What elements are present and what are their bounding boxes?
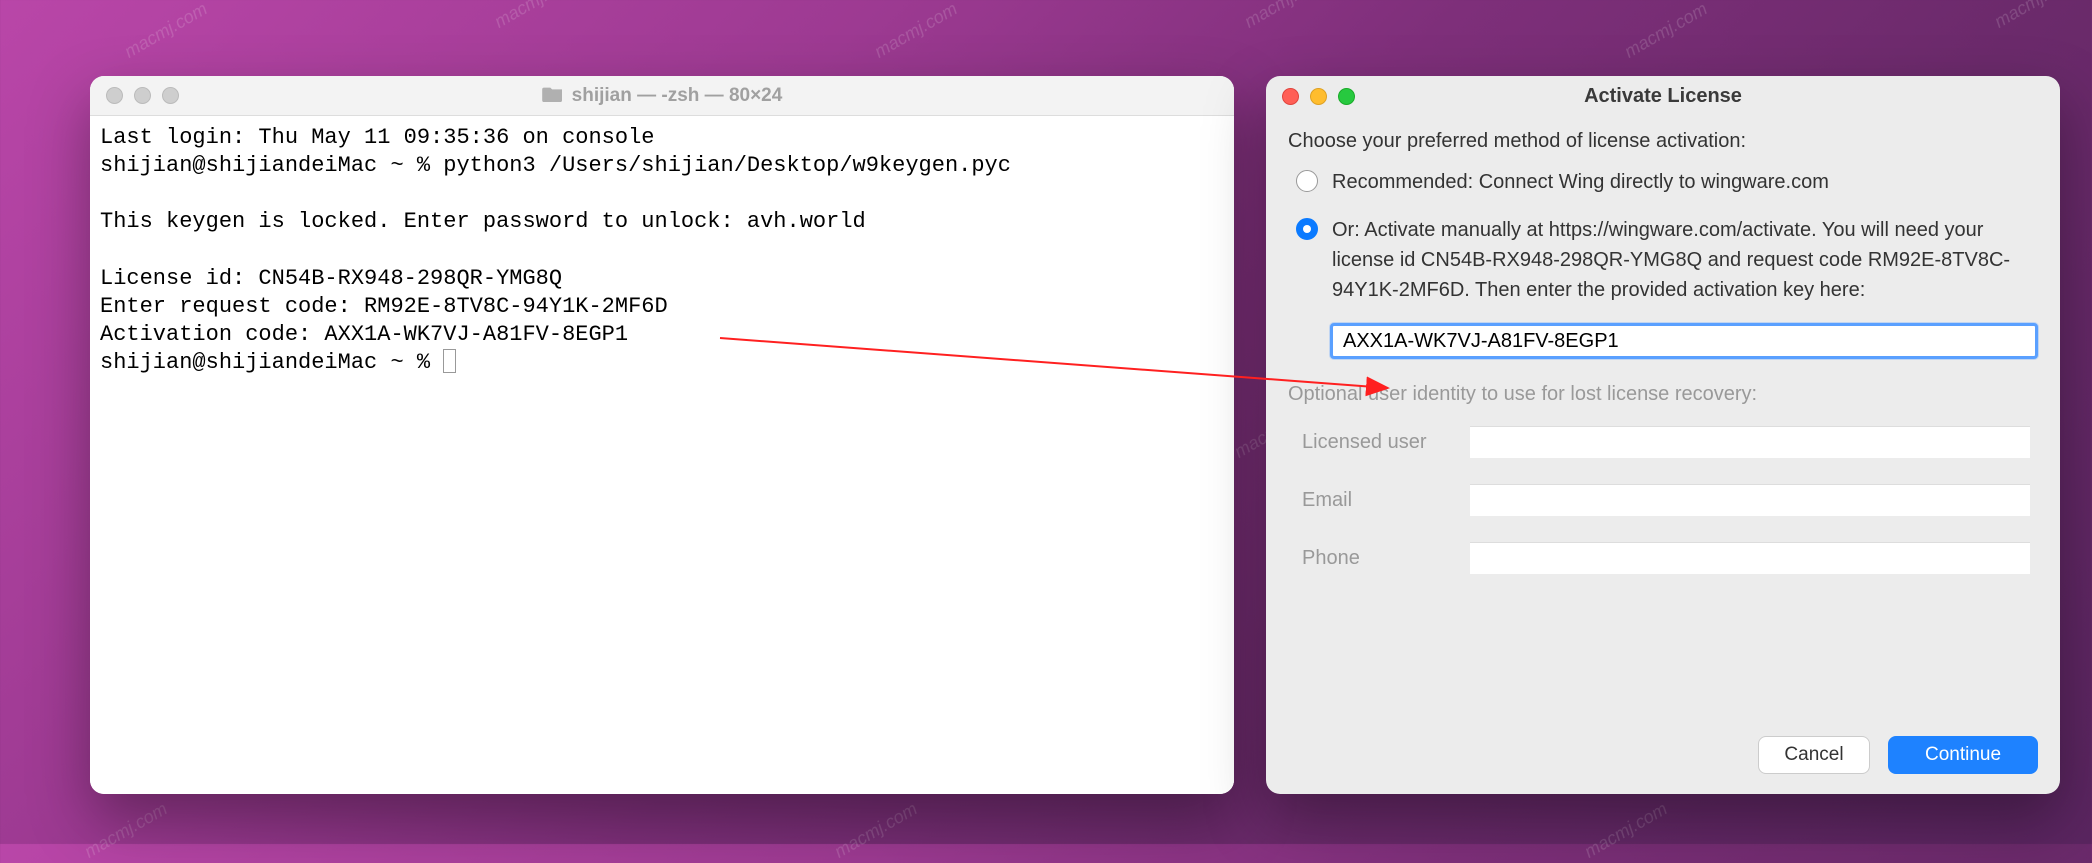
watermark: macmj.com: [121, 0, 211, 63]
watermark: macmj.com: [491, 0, 581, 33]
terminal-title: shijian — -zsh — 80×24: [542, 84, 783, 108]
licensed-user-input[interactable]: [1470, 426, 2030, 458]
terminal-cursor: [443, 349, 456, 373]
close-button[interactable]: [106, 87, 123, 104]
optional-identity-text: Optional user identity to use for lost l…: [1288, 383, 2038, 406]
dialog-traffic-lights: [1282, 88, 1355, 105]
maximize-button[interactable]: [162, 87, 179, 104]
activate-license-dialog: Activate License Choose your preferred m…: [1266, 76, 2060, 794]
dialog-title: Activate License: [1584, 85, 1742, 108]
terminal-line: Last login: Thu May 11 09:35:36 on conso…: [100, 125, 655, 150]
minimize-button[interactable]: [1310, 88, 1327, 105]
terminal-traffic-lights: [106, 87, 179, 104]
terminal-window: shijian — -zsh — 80×24 Last login: Thu M…: [90, 76, 1234, 794]
watermark: macmj.com: [81, 798, 171, 862]
terminal-line: shijian@shijiandeiMac ~ %: [100, 350, 443, 375]
close-button[interactable]: [1282, 88, 1299, 105]
activation-key-input[interactable]: [1330, 323, 2038, 359]
watermark: macmj.com: [1581, 798, 1671, 862]
watermark: macmj.com: [1621, 0, 1711, 63]
radio-icon[interactable]: [1296, 170, 1318, 192]
watermark: macmj.com: [871, 0, 961, 63]
licensed-user-label: Licensed user: [1302, 431, 1470, 454]
phone-label: Phone: [1302, 547, 1470, 570]
terminal-title-text: shijian — -zsh — 80×24: [572, 85, 783, 107]
dialog-titlebar: Activate License: [1266, 76, 2060, 116]
email-input[interactable]: [1470, 484, 2030, 516]
maximize-button[interactable]: [1338, 88, 1355, 105]
radio-icon[interactable]: [1296, 218, 1318, 240]
folder-icon: [542, 84, 564, 108]
terminal-line: Activation code: AXX1A-WK7VJ-A81FV-8EGP1: [100, 322, 628, 347]
terminal-line: shijian@shijiandeiMac ~ % python3 /Users…: [100, 153, 1011, 178]
watermark: macmj.com: [1241, 0, 1331, 33]
minimize-button[interactable]: [134, 87, 151, 104]
watermark: macmj.com: [831, 798, 921, 862]
phone-row: Phone: [1288, 542, 2038, 574]
phone-input[interactable]: [1470, 542, 2030, 574]
radio-option-manual[interactable]: Or: Activate manually at https://wingwar…: [1288, 215, 2038, 305]
terminal-line: License id: CN54B-RX948-298QR-YMG8Q: [100, 266, 562, 291]
dialog-body: Choose your preferred method of license …: [1266, 116, 2060, 620]
choose-method-text: Choose your preferred method of license …: [1288, 130, 2038, 153]
terminal-titlebar: shijian — -zsh — 80×24: [90, 76, 1234, 116]
email-label: Email: [1302, 489, 1470, 512]
terminal-line: Enter request code: RM92E-8TV8C-94Y1K-2M…: [100, 294, 668, 319]
continue-button[interactable]: Continue: [1888, 736, 2038, 774]
radio-label-manual: Or: Activate manually at https://wingwar…: [1332, 215, 2038, 305]
radio-label-recommended: Recommended: Connect Wing directly to wi…: [1332, 167, 2038, 197]
terminal-body[interactable]: Last login: Thu May 11 09:35:36 on conso…: [90, 116, 1234, 794]
watermark: macmj.com: [1991, 0, 2081, 33]
email-row: Email: [1288, 484, 2038, 516]
terminal-line: This keygen is locked. Enter password to…: [100, 209, 866, 234]
cancel-button[interactable]: Cancel: [1758, 736, 1870, 774]
licensed-user-row: Licensed user: [1288, 426, 2038, 458]
dialog-button-row: Cancel Continue: [1758, 736, 2038, 774]
radio-option-recommended[interactable]: Recommended: Connect Wing directly to wi…: [1288, 167, 2038, 197]
